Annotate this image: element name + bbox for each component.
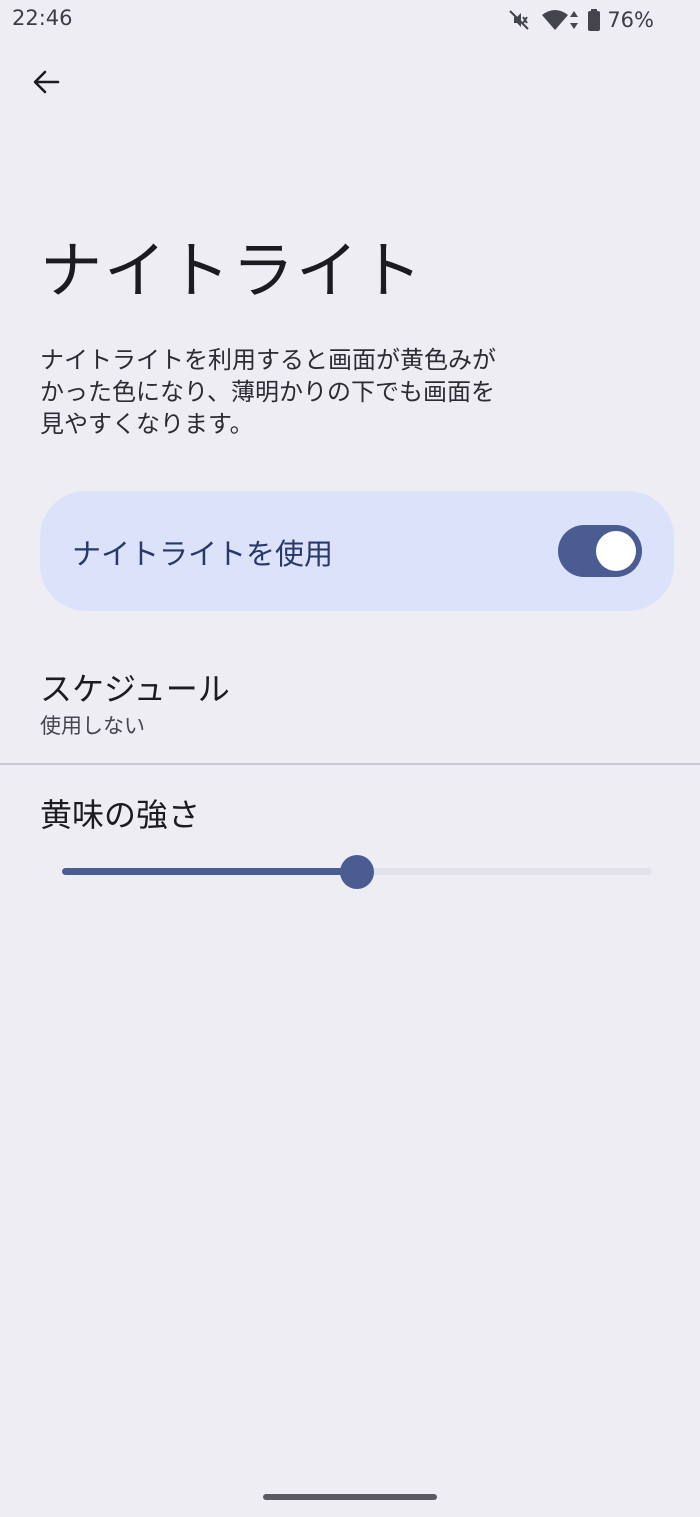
- battery-icon: [587, 8, 601, 32]
- use-night-light-switch[interactable]: [558, 525, 642, 577]
- data-arrows-icon: [569, 8, 579, 32]
- use-night-light-toggle-card[interactable]: ナイトライトを使用: [40, 491, 674, 611]
- arrow-back-icon: [31, 67, 61, 101]
- status-time: 22:46: [12, 6, 73, 30]
- divider: [0, 763, 700, 765]
- use-night-light-label: ナイトライトを使用: [72, 537, 334, 571]
- description-line: かった色になり、薄明かりの下でも画面を: [40, 378, 496, 406]
- mute-icon: [507, 8, 531, 32]
- slider-thumb[interactable]: [340, 855, 374, 889]
- battery-percent: 76%: [607, 8, 654, 32]
- schedule-setting[interactable]: スケジュール 使用しない: [0, 650, 700, 762]
- intensity-title: 黄味の強さ: [40, 796, 201, 834]
- back-button[interactable]: [24, 62, 68, 106]
- status-bar: 22:46 76%: [0, 0, 700, 40]
- description-line: 見やすくなります。: [40, 410, 254, 438]
- intensity-slider[interactable]: [62, 850, 652, 894]
- status-icons: 76%: [507, 6, 654, 34]
- night-light-settings-screen: 22:46 76% ナイトライト ナイトライトを利用すると画面が黄色みが かった…: [0, 0, 700, 1517]
- page-title: ナイトライト: [40, 234, 425, 307]
- gesture-navigation-bar[interactable]: [263, 1494, 437, 1500]
- wifi-icon: [541, 8, 569, 32]
- schedule-title: スケジュール: [40, 670, 230, 708]
- description-line: ナイトライトを利用すると画面が黄色みが: [40, 346, 496, 374]
- schedule-value: 使用しない: [40, 714, 145, 738]
- description: ナイトライトを利用すると画面が黄色みが かった色になり、薄明かりの下でも画面を …: [40, 344, 560, 440]
- slider-fill: [62, 868, 357, 875]
- switch-thumb: [596, 531, 636, 571]
